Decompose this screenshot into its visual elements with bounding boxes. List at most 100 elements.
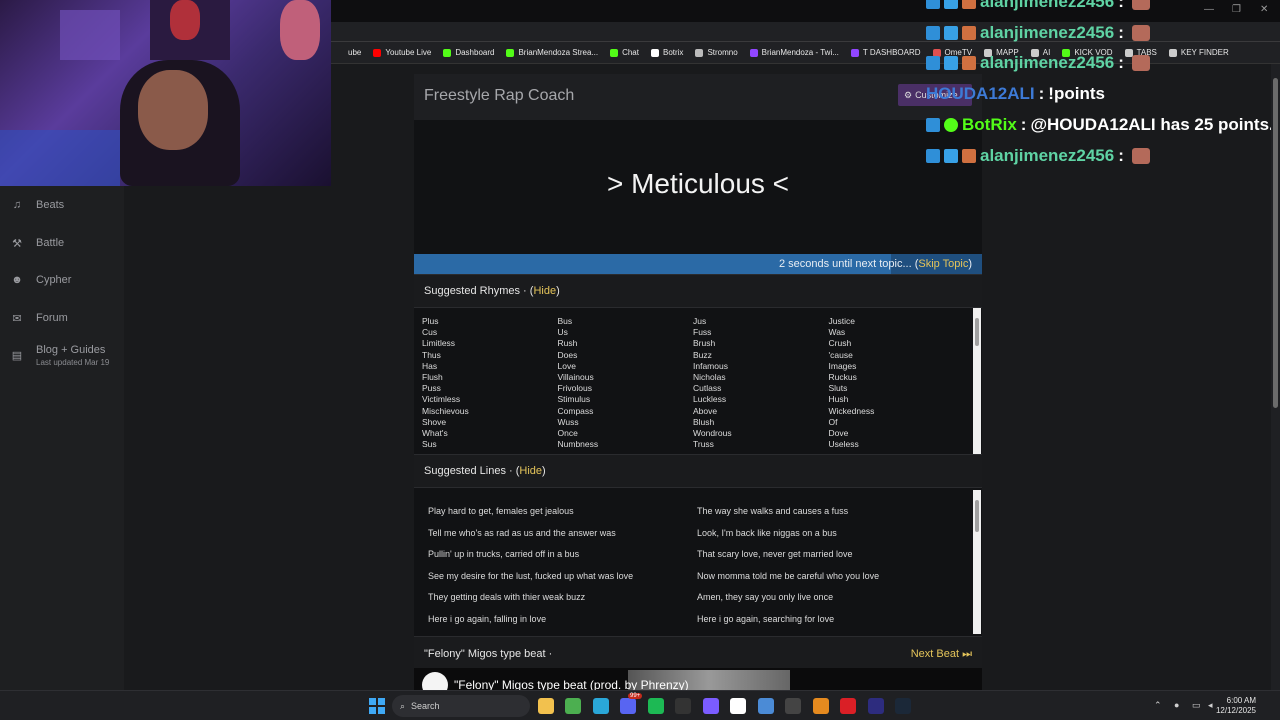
close-icon[interactable]: ✕	[1260, 4, 1268, 15]
app-grid-icon[interactable]	[703, 698, 719, 714]
rhyme-word: Crush	[828, 338, 852, 349]
suggested-line[interactable]: See my desire for the lust, fucked up wh…	[428, 571, 633, 581]
suggested-line[interactable]: Look, I'm back like niggas on a bus	[697, 528, 837, 538]
gavel-icon: ⚒	[12, 237, 22, 250]
taskbar-search[interactable]: ⌕ Search	[392, 695, 530, 717]
next-beat-button[interactable]: Next Beat ⏭	[911, 648, 972, 661]
suggested-line[interactable]: They getting deals with thier weak buzz	[428, 592, 585, 602]
chrome-icon[interactable]	[565, 698, 581, 714]
suggested-line[interactable]: Tell me who's as rad as us and the answe…	[428, 528, 616, 538]
chat-separator: :	[1118, 53, 1124, 72]
app-orange-icon[interactable]	[813, 698, 829, 714]
discord-icon[interactable]: 99+	[620, 693, 643, 714]
chevron-up-icon[interactable]: ⌃	[1154, 700, 1162, 711]
bookmark-item[interactable]: BrianMendoza - Twi...	[744, 42, 845, 63]
monitor-icon[interactable]: ▭	[1192, 700, 1201, 711]
timer-text: 2 seconds until next topic... (Skip Topi…	[779, 258, 972, 270]
github-icon[interactable]	[675, 698, 691, 714]
sidebar-item-battle[interactable]: ⚒ Battle	[0, 225, 124, 261]
bookmark-icon	[443, 48, 452, 57]
bookmark-label: Botrix	[662, 48, 684, 57]
bookmark-item[interactable]: Botrix	[645, 42, 689, 63]
suggested-line[interactable]: That scary love, never get married love	[697, 549, 853, 559]
suggested-line[interactable]: Here i go again, falling in love	[428, 614, 546, 624]
search-icon: ⌕	[400, 700, 406, 711]
screen: — ❐ ✕ ube Youtube Live Dashboard BrianMendo…	[0, 0, 1280, 720]
bookmark-item[interactable]: Stromno	[689, 42, 743, 63]
page-scroll-thumb[interactable]	[1273, 78, 1278, 408]
rhyme-word: Was	[828, 327, 846, 338]
microphone-icon[interactable]: ●	[1174, 700, 1179, 710]
users-icon: ☻	[11, 274, 23, 286]
bookmark-item[interactable]: Youtube Live	[367, 42, 437, 63]
chat-text: !points	[1048, 84, 1105, 103]
bookmark-item[interactable]: T DASHBOARD	[845, 42, 927, 63]
lines-scrollbar[interactable]	[973, 490, 981, 634]
creative-cloud-icon[interactable]	[840, 698, 856, 714]
suggested-line[interactable]: Here i go again, searching for love	[697, 614, 834, 624]
gear-icon: ⚙	[904, 89, 913, 100]
maximize-icon[interactable]: ❐	[1232, 4, 1241, 15]
lines-scroll-thumb[interactable]	[975, 500, 979, 532]
system-clock[interactable]: 6:00 AM 12/12/2025	[1216, 696, 1256, 716]
sidebar-item-forum[interactable]: ✉ Forum	[0, 300, 124, 336]
bookmark-item[interactable]: Dashboard	[437, 42, 500, 63]
sidebar-item-text: Blog + Guides Last updated Mar 19	[36, 344, 109, 367]
suggested-line[interactable]: Now momma told me be careful who you lov…	[697, 571, 879, 581]
sidebar-item-blog-guides[interactable]: ▤ Blog + Guides Last updated Mar 19	[0, 337, 124, 373]
freestyle-panel: Freestyle Rap Coach ⚙ Customize > Meticu…	[414, 74, 982, 690]
rhyme-word: Jus	[693, 316, 707, 326]
rhyme-word: Has	[422, 360, 438, 371]
lines-paren-close: )	[542, 465, 546, 477]
emote-badge-icon	[962, 26, 976, 40]
audition-icon[interactable]	[868, 698, 884, 714]
minimize-icon[interactable]: —	[1204, 4, 1214, 15]
spotify-icon[interactable]	[648, 698, 664, 714]
file-explorer-icon[interactable]	[538, 698, 554, 714]
clock-time: 6:00 AM	[1226, 696, 1256, 705]
rhyme-word: Useless	[828, 439, 859, 450]
bookmark-icon	[650, 48, 659, 57]
next-beat-label: Next Beat	[910, 648, 960, 660]
suggested-line[interactable]: Amen, they say you only live once	[697, 592, 833, 602]
hide-rhymes-link[interactable]: Hide	[533, 285, 556, 297]
rhyme-word: Wickedness	[828, 405, 875, 416]
windows-start-icon[interactable]	[369, 698, 385, 714]
suggested-line[interactable]: Play hard to get, females get jealous	[428, 506, 574, 516]
guitar-shape	[170, 0, 200, 40]
sidebar-item-label: Beats	[36, 199, 65, 211]
page-scrollbar[interactable]	[1271, 64, 1280, 690]
bookmark-item[interactable]: ube	[330, 42, 367, 63]
bookmark-item[interactable]: Chat	[604, 42, 645, 63]
sidebar-item-beats[interactable]: ♫ Beats	[0, 187, 124, 223]
bookmark-item[interactable]: BrianMendoza Strea...	[500, 42, 604, 63]
bookmark-label: BrianMendoza - Twi...	[761, 48, 839, 57]
4k-downloader-icon[interactable]	[785, 698, 801, 714]
app-blue-icon[interactable]	[758, 698, 774, 714]
suggested-line[interactable]: The way she walks and causes a fuss	[697, 506, 848, 516]
bookmark-icon	[506, 48, 515, 57]
video-title: "Felony" Migos type beat (prod. by Phren…	[454, 678, 689, 690]
rhymes-scroll-thumb[interactable]	[975, 318, 979, 346]
rhyme-word: Wuss	[557, 416, 579, 427]
cube-badge-icon	[944, 118, 958, 132]
rhyme-word: Thus	[422, 349, 441, 360]
bookmark-label: T DASHBOARD	[862, 48, 921, 57]
sidebar-item-text: Cypher	[36, 274, 71, 286]
rhyme-word: Plus	[422, 316, 439, 326]
hide-lines-link[interactable]: Hide	[519, 465, 542, 477]
bookmark-label: BrianMendoza Strea...	[518, 48, 599, 57]
volume-icon[interactable]: ◂	[1208, 700, 1213, 711]
capcut-icon[interactable]	[730, 698, 746, 714]
bookmark-item[interactable]: KEY FINDER	[1163, 42, 1235, 63]
rhyme-word: Blush	[693, 416, 715, 427]
sidebar-item-cypher[interactable]: ☻ Cypher	[0, 262, 124, 298]
suggested-line[interactable]: Pullin' up in trucks, carried off in a b…	[428, 549, 579, 559]
edge-icon[interactable]	[593, 698, 609, 714]
rhymes-scrollbar[interactable]	[973, 308, 981, 454]
beat-video[interactable]: "Felony" Migos type beat (prod. by Phren…	[414, 668, 982, 690]
steam-icon[interactable]	[895, 698, 911, 714]
skip-topic-link[interactable]: Skip Topic	[918, 258, 968, 270]
emote-badge-icon	[962, 149, 976, 163]
hammer-badge-icon	[926, 0, 940, 9]
